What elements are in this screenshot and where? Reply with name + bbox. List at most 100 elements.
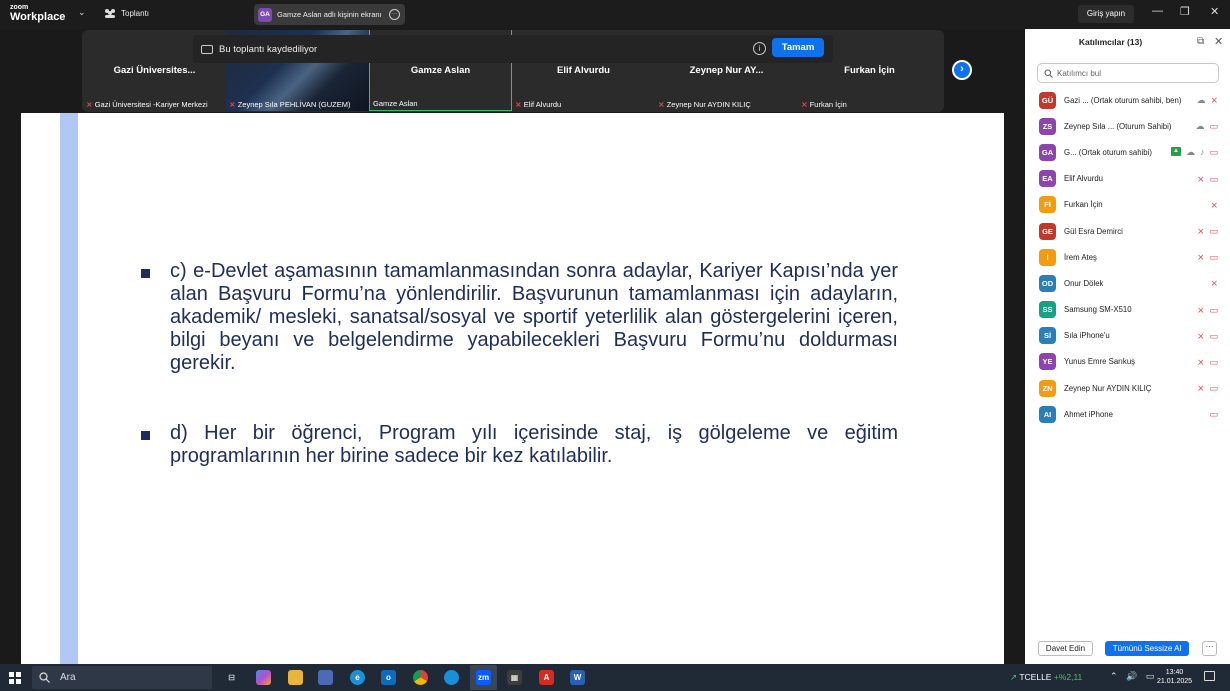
bullet-d: d) Her bir öğrenci, Program yılı içerisi… xyxy=(141,422,898,468)
windows-taskbar: Ara ⊟ e o zm ▦ A W ↗ TCELLE +%2,11 ⌃ 🔊 ▭… xyxy=(0,664,1230,691)
participant-row[interactable]: ZN Zeynep Nur AYDIN KILIÇ ⨯ ▭ xyxy=(1025,375,1230,401)
participant-row[interactable]: AI Ahmet iPhone ▭ xyxy=(1025,401,1230,427)
ok-button[interactable]: Tamam xyxy=(772,38,824,57)
participant-row[interactable]: Sİ Sıla iPhone'u ⨯ ▭ xyxy=(1025,323,1230,349)
participant-row[interactable]: GÜ Gazi ... (Ortak oturum sahibi, ben) ☁ ⨯ xyxy=(1025,87,1230,113)
participant-row[interactable]: SS Samsung SM-X510 ⨯ ▭ xyxy=(1025,297,1230,323)
participant-status-icons: ⨯ xyxy=(1210,200,1218,211)
participant-row[interactable]: İ İrem Ateş ⨯ ▭ xyxy=(1025,244,1230,270)
recording-message: Bu toplantı kaydediliyor xyxy=(219,43,318,55)
participant-name: G... (Ortak oturum sahibi) xyxy=(1064,147,1152,157)
participants-title: Katılımcılar (13) xyxy=(1078,37,1143,47)
copilot-icon[interactable] xyxy=(256,670,271,685)
participant-row[interactable]: EA Elif Alvurdu ⨯ ▭ xyxy=(1025,166,1230,192)
restore-button[interactable]: ❐ xyxy=(1180,5,1190,18)
chevron-down-icon[interactable]: ⌄ xyxy=(78,7,86,18)
task-view-icon[interactable]: ⊟ xyxy=(224,670,239,685)
screen-share-indicator[interactable]: GA Gamze Aslan adlı kişinin ekranı ··· xyxy=(254,4,405,25)
participant-status-icons: ⨯ xyxy=(1210,278,1218,289)
avatar: OD xyxy=(1039,274,1056,292)
zoom-icon[interactable]: zm xyxy=(476,670,491,685)
acrobat-icon[interactable]: A xyxy=(539,670,554,685)
mic-muted-icon: ⨯ xyxy=(1196,225,1205,236)
popout-icon[interactable]: ⧉ xyxy=(1197,36,1204,47)
info-icon[interactable]: i xyxy=(753,42,766,55)
recording-banner: Bu toplantı kaydediliyor i Tamam xyxy=(193,35,833,63)
edge-icon[interactable]: e xyxy=(350,670,365,685)
camera-off-icon: ▭ xyxy=(1209,409,1218,420)
windows-start-icon[interactable] xyxy=(9,672,21,684)
bullet-marker xyxy=(141,431,150,440)
mute-all-button[interactable]: Tümünü Sessize Al xyxy=(1105,641,1189,656)
avatar: YE xyxy=(1039,353,1056,371)
avatar: GA xyxy=(1039,143,1056,161)
camera-off-icon: ▭ xyxy=(1209,252,1218,263)
mic-muted-icon: ⨯ xyxy=(1196,356,1205,367)
participant-row[interactable]: GA G... (Ortak oturum sahibi) ▲ ☁ ♪ ▭ xyxy=(1025,139,1230,165)
more-button[interactable]: ··· xyxy=(1202,641,1217,656)
system-tray[interactable]: ⌃ 🔊 ▭ xyxy=(1110,671,1157,682)
participant-status-icons: ⨯ ▭ xyxy=(1197,357,1218,368)
participants-panel: Katılımcılar (13) ⧉ ✕ Katılımcı bul GÜ Ga… xyxy=(1025,29,1230,664)
participant-row[interactable]: ZS Zeynep Sıla ... (Oturum Sahibi) ☁ ▭ xyxy=(1025,113,1230,139)
avatar: GE xyxy=(1039,222,1056,240)
file-explorer-icon[interactable] xyxy=(288,670,303,685)
participant-row[interactable]: OD Onur Dölek ⨯ xyxy=(1025,270,1230,296)
avatar: AI xyxy=(1039,405,1056,423)
participant-row[interactable]: GE Gül Esra Demirci ⨯ ▭ xyxy=(1025,218,1230,244)
outlook-icon[interactable]: o xyxy=(381,670,396,685)
slide-paragraph: c) e-Devlet aşamasının tamamlanmasından … xyxy=(170,260,898,374)
mic-muted-icon: ⨯ xyxy=(1196,173,1205,184)
invite-button[interactable]: Davet Edin xyxy=(1038,641,1093,656)
search-icon xyxy=(39,672,50,683)
stock-widget[interactable]: ↗ TCELLE +%2,11 xyxy=(1010,672,1082,683)
participant-row[interactable]: YE Yunus Emre Sarıkuş ⨯ ▭ xyxy=(1025,349,1230,375)
mic-muted-icon: ⨯ xyxy=(1210,95,1218,105)
sign-in-button[interactable]: Giriş yapın xyxy=(1078,5,1134,23)
participant-search-input[interactable]: Katılımcı bul xyxy=(1037,63,1219,83)
bullet-c: c) e-Devlet aşamasının tamamlanmasından … xyxy=(141,260,898,375)
chrome-icon[interactable] xyxy=(413,670,428,685)
next-page-button[interactable]: › xyxy=(952,60,972,80)
participant-name: Furkan İçin xyxy=(1064,200,1103,210)
edge-dev-icon[interactable] xyxy=(444,670,459,685)
mic-muted-icon: ⨯ xyxy=(515,100,522,109)
store-icon[interactable] xyxy=(318,670,333,685)
meeting-menu[interactable]: Toplantı xyxy=(104,8,149,18)
avatar: ZN xyxy=(1039,379,1056,397)
participant-status-icons: ⨯ ▭ xyxy=(1197,174,1218,185)
minimize-button[interactable]: — xyxy=(1152,5,1163,17)
mic-muted-icon: ⨯ xyxy=(801,100,808,109)
shared-slide: c) e-Devlet aşamasının tamamlanmasından … xyxy=(21,113,1004,664)
camera-off-icon: ▭ xyxy=(1209,173,1218,184)
taskbar-search[interactable]: Ara xyxy=(32,666,212,689)
screen-share-icon: ▲ xyxy=(1171,147,1181,157)
title-bar: zoom Workplace ⌄ Toplantı GA Gamze Aslan… xyxy=(0,0,1230,29)
avatar: ZS xyxy=(1039,117,1056,135)
meeting-label: Toplantı xyxy=(121,8,150,18)
mic-muted-icon: ⨯ xyxy=(658,100,665,109)
clock[interactable]: 13:40 21.01.2025 xyxy=(1157,668,1192,686)
mic-muted-icon: ⨯ xyxy=(229,100,236,109)
calculator-icon[interactable]: ▦ xyxy=(507,670,522,685)
close-button[interactable]: ✕ xyxy=(1210,5,1219,18)
participant-status-icons: ▭ xyxy=(1209,409,1218,420)
close-icon[interactable]: ✕ xyxy=(1214,35,1223,48)
more-options-icon[interactable]: ··· xyxy=(388,9,400,20)
bullet-marker xyxy=(141,269,150,278)
avatar: Sİ xyxy=(1039,327,1056,345)
camera-off-icon: ▭ xyxy=(1209,147,1218,158)
camera-off-icon: ▭ xyxy=(1209,225,1218,236)
participant-name: Zeynep Nur AYDIN KILIÇ xyxy=(1064,383,1152,393)
avatar: GÜ xyxy=(1039,91,1056,109)
stock-trend-icon: ↗ xyxy=(1010,672,1018,682)
participant-row[interactable]: Fİ Furkan İçin ⨯ xyxy=(1025,192,1230,218)
share-label: Gamze Aslan adlı kişinin ekranı xyxy=(277,10,382,19)
mic-muted-icon: ⨯ xyxy=(1196,304,1205,315)
mic-muted-icon: ⨯ xyxy=(1196,252,1205,263)
participant-name: Samsung SM-X510 xyxy=(1064,305,1132,315)
notification-icon[interactable] xyxy=(1204,671,1215,681)
cloud-recording-icon: ☁ xyxy=(1185,147,1195,158)
word-icon[interactable]: W xyxy=(570,670,585,685)
camera-off-icon: ▭ xyxy=(1209,330,1218,341)
